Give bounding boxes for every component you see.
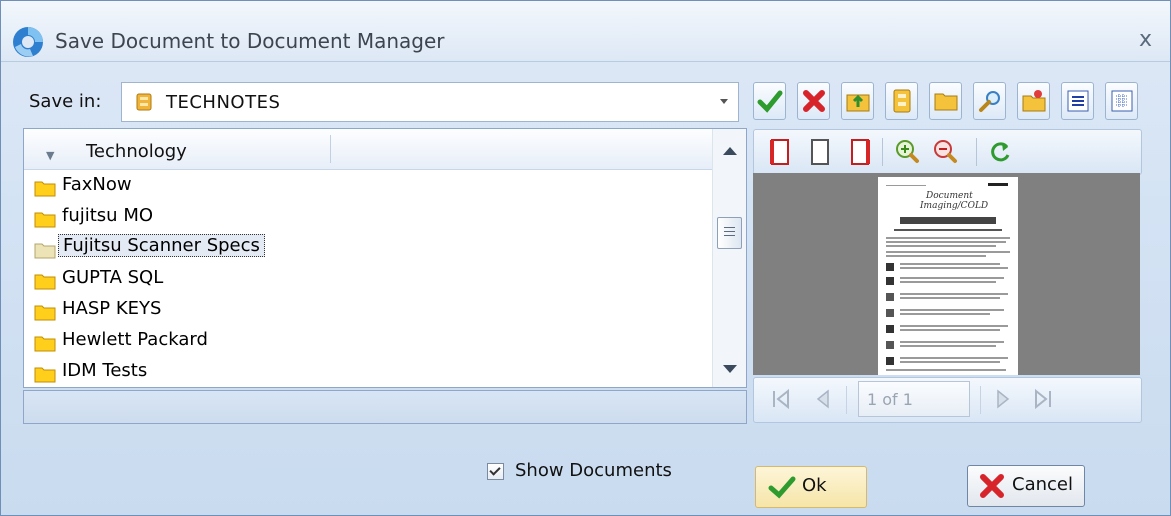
folder-icon [34, 181, 56, 197]
folder-icon [934, 93, 958, 111]
checkbox-checked[interactable] [487, 463, 504, 480]
preview-toolbar [753, 129, 1142, 175]
title-bar: Save Document to Document Manager x [1, 1, 1170, 62]
list-view-button[interactable] [1061, 82, 1094, 120]
detail-view-button[interactable] [1105, 82, 1138, 120]
list-view-icon [1067, 90, 1089, 112]
chevron-down-icon[interactable] [720, 99, 728, 104]
page-icon[interactable] [808, 138, 832, 166]
zoom-in-icon[interactable] [894, 138, 920, 166]
page-navigator: 1 of 1 [753, 377, 1142, 423]
folder-up-icon [846, 94, 870, 112]
list-item-label: GUPTA SQL [62, 267, 164, 288]
folder-icon [34, 367, 56, 383]
new-folder-button[interactable] [1017, 82, 1050, 120]
ok-button[interactable]: Ok [755, 466, 867, 508]
scroll-up-icon[interactable] [723, 147, 737, 155]
next-page-icon[interactable] [992, 388, 1014, 410]
tree-header-label: Technology [86, 141, 187, 162]
list-item[interactable]: fujitsu MO [32, 203, 332, 233]
zoom-out-icon[interactable] [932, 138, 958, 166]
document-preview: Document Imaging/COLD [753, 173, 1140, 375]
nav-separator [846, 386, 847, 414]
page-red-left-icon[interactable] [768, 138, 792, 166]
list-item-label: IDM Tests [62, 360, 148, 381]
scroll-down-icon[interactable] [723, 365, 737, 373]
delete-button[interactable] [797, 82, 830, 120]
status-bar [23, 390, 747, 424]
previous-page-icon[interactable] [812, 388, 834, 410]
cancel-button[interactable]: Cancel [967, 465, 1085, 507]
window-title: Save Document to Document Manager [55, 29, 445, 53]
list-item-label: HASP KEYS [62, 298, 162, 319]
preview-title-line: Document [926, 191, 973, 201]
search-icon [979, 91, 1000, 112]
nav-separator [980, 386, 981, 414]
list-item[interactable]: HASP KEYS [32, 296, 332, 326]
folder-toolbar [753, 82, 1140, 120]
open-folder-button[interactable] [929, 82, 962, 120]
toolbar-separator [882, 138, 883, 166]
list-item[interactable]: IDM Tests [32, 358, 332, 386]
save-in-label: Save in: [29, 91, 102, 112]
close-icon[interactable]: x [1139, 27, 1152, 52]
preview-title-line: Imaging/COLD [920, 201, 989, 211]
page-number-text: 1 of 1 [867, 390, 913, 409]
show-documents-label: Show Documents [515, 460, 672, 481]
list-item-label: fujitsu MO [62, 205, 154, 226]
tree-list: FaxNow fujitsu MO Fujitsu Scanner Specs … [24, 170, 712, 386]
list-item-selected[interactable]: Fujitsu Scanner Specs [32, 234, 332, 264]
vertical-scrollbar[interactable] [712, 129, 746, 387]
folder-up-button[interactable] [841, 82, 874, 120]
app-logo-icon [13, 27, 43, 57]
check-icon [768, 476, 796, 499]
folder-icon [34, 243, 56, 259]
search-button[interactable] [973, 82, 1006, 120]
cabinet-icon [136, 93, 152, 111]
scrollbar-thumb[interactable] [717, 217, 742, 249]
delete-x-icon [803, 90, 825, 112]
tree-header[interactable]: ▼ Technology [24, 129, 712, 170]
folder-icon [34, 212, 56, 228]
folder-icon [34, 274, 56, 290]
list-item[interactable]: Hewlett Packard [32, 327, 332, 357]
cancel-label: Cancel [1012, 474, 1073, 495]
preview-page: Document Imaging/COLD [878, 177, 1018, 375]
check-icon [757, 90, 783, 113]
cabinet-icon [893, 89, 911, 113]
cancel-x-icon [980, 474, 1004, 498]
folder-icon [34, 336, 56, 352]
detail-view-icon [1111, 90, 1133, 112]
list-item[interactable]: FaxNow [32, 172, 332, 202]
save-in-dropdown[interactable]: TECHNOTES [121, 82, 739, 122]
column-separator [330, 135, 331, 163]
page-red-right-icon[interactable] [848, 138, 872, 166]
last-page-icon[interactable] [1032, 388, 1054, 410]
rotate-icon[interactable] [988, 138, 1014, 166]
new-folder-icon [1022, 90, 1046, 112]
folder-tree: ▼ Technology FaxNow fujitsu MO Fujitsu S… [23, 128, 747, 388]
ok-label: Ok [802, 475, 827, 496]
list-item[interactable]: GUPTA SQL [32, 265, 332, 295]
save-in-value: TECHNOTES [166, 92, 281, 113]
list-item-label: FaxNow [62, 174, 132, 195]
first-page-icon[interactable] [770, 388, 792, 410]
confirm-button[interactable] [753, 82, 786, 120]
folder-icon [34, 305, 56, 321]
toolbar-separator [976, 138, 977, 166]
collapse-triangle-icon[interactable]: ▼ [46, 149, 54, 162]
list-item-label: Fujitsu Scanner Specs [58, 234, 265, 257]
list-item-label: Hewlett Packard [62, 329, 208, 350]
cabinet-button[interactable] [885, 82, 918, 120]
page-number-field[interactable]: 1 of 1 [858, 381, 970, 417]
save-document-dialog: Save Document to Document Manager x Save… [0, 0, 1171, 516]
